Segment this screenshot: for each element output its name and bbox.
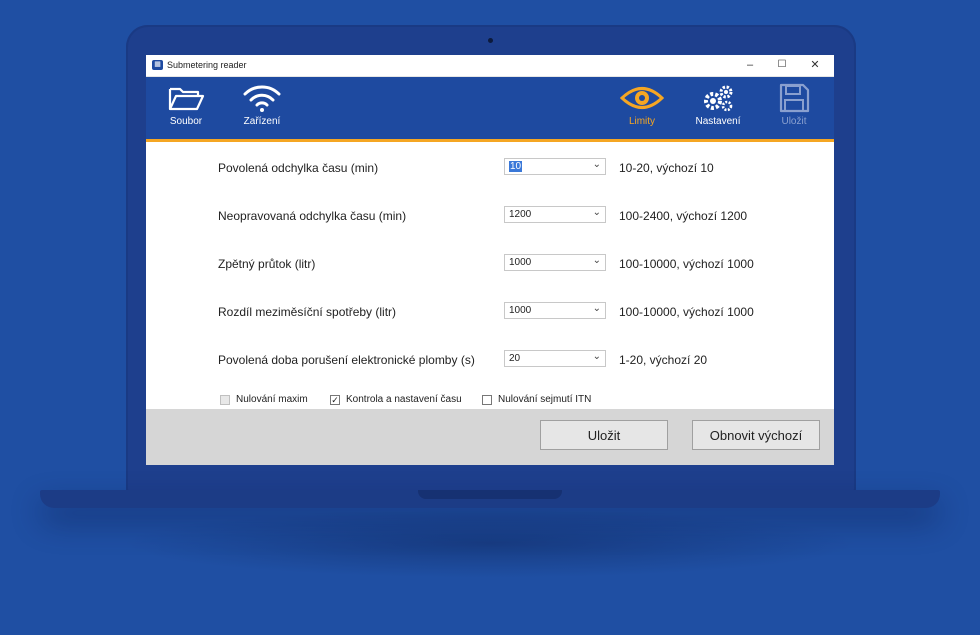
toolbar-device-button[interactable]: Zařízení xyxy=(230,83,294,127)
field-label: Neopravovaná odchylka času (min) xyxy=(218,209,407,223)
field-label: Povolená odchylka času (min) xyxy=(218,161,379,175)
form-row: Zpětný průtok (litr) 1000 ⌄ 100-10000, v… xyxy=(218,254,818,274)
field-hint: 1-20, výchozí 20 xyxy=(619,353,708,367)
restore-defaults-button[interactable]: Obnovit výchozí xyxy=(692,420,820,450)
checkmark-icon: ✓ xyxy=(330,394,340,405)
toolbar-file-button[interactable]: Soubor xyxy=(154,83,218,127)
checkbox-label: Nulování sejmutí ITN xyxy=(498,394,592,405)
time-check-checkbox[interactable]: ✓ Kontrola a nastavení času xyxy=(330,394,462,405)
form-row: Povolená odchylka času (min) 10 ⌄ 10-20,… xyxy=(218,158,818,178)
field-label: Rozdíl meziměsíční spotřeby (litr) xyxy=(218,305,397,319)
form-row: Neopravovaná odchylka času (min) 1200 ⌄ … xyxy=(218,206,818,226)
field-label: Povolená doba porušení elektronické plom… xyxy=(218,353,475,367)
eye-icon xyxy=(620,87,664,109)
toolbar-limits-button[interactable]: Limity xyxy=(610,83,674,127)
app-icon: ▦ xyxy=(152,60,163,70)
field-hint: 100-10000, výchozí 1000 xyxy=(619,257,754,271)
uncorrected-deviation-select[interactable]: 1200 ⌄ xyxy=(504,206,606,223)
checkbox-label: Nulování maxim xyxy=(236,394,308,405)
select-value: 1000 xyxy=(509,257,532,268)
chevron-down-icon: ⌄ xyxy=(592,207,601,218)
chevron-down-icon: ⌄ xyxy=(592,303,601,314)
toolbar-file-label: Soubor xyxy=(169,116,203,127)
toolbar-save-label: Uložit xyxy=(781,116,807,127)
folder-open-icon xyxy=(168,87,205,111)
toolbar-save-button[interactable]: Uložit xyxy=(762,83,826,127)
monthly-consumption-select[interactable]: 1000 ⌄ xyxy=(504,302,606,319)
app-window: ▦ Submetering reader – ☐ ✕ Soubor Zaříze… xyxy=(146,55,834,465)
field-hint: 10-20, výchozí 10 xyxy=(619,161,714,175)
toolbar-limits-label: Limity xyxy=(628,116,656,127)
gears-icon xyxy=(704,85,733,112)
select-value: 1200 xyxy=(509,209,532,220)
checkbox-box xyxy=(220,394,230,405)
window-title: Submetering reader xyxy=(167,60,247,70)
save-button[interactable]: Uložit xyxy=(540,420,668,450)
limits-form: Povolená odchylka času (min) 10 ⌄ 10-20,… xyxy=(146,142,834,410)
field-hint: 100-10000, výchozí 1000 xyxy=(619,305,754,319)
select-value: 20 xyxy=(509,353,521,364)
laptop-shadow xyxy=(120,508,860,578)
reset-maximum-checkbox[interactable]: Nulování maxim xyxy=(220,394,308,405)
laptop-base-notch xyxy=(418,490,562,499)
select-value: 10 xyxy=(509,161,523,172)
field-label: Zpětný průtok (litr) xyxy=(218,257,316,271)
form-row: Rozdíl meziměsíční spotřeby (litr) 1000 … xyxy=(218,302,818,322)
chevron-down-icon: ⌄ xyxy=(592,255,601,266)
seal-breach-select[interactable]: 20 ⌄ xyxy=(504,350,606,367)
checkbox-label: Kontrola a nastavení času xyxy=(346,394,462,405)
toolbar: Soubor Zařízení Limity Nastavení Uložit xyxy=(146,77,834,142)
select-value: 1000 xyxy=(509,305,532,316)
chevron-down-icon: ⌄ xyxy=(592,159,601,170)
toolbar-device-label: Zařízení xyxy=(243,116,281,127)
reset-itn-checkbox[interactable]: Nulování sejmutí ITN xyxy=(482,394,591,405)
back-flow-select[interactable]: 1000 ⌄ xyxy=(504,254,606,271)
toolbar-settings-button[interactable]: Nastavení xyxy=(686,83,750,127)
minimize-button[interactable]: – xyxy=(743,58,757,72)
time-deviation-select[interactable]: 10 ⌄ xyxy=(504,158,606,175)
field-hint: 100-2400, výchozí 1200 xyxy=(619,209,748,223)
chevron-down-icon: ⌄ xyxy=(592,351,601,362)
options-checkboxes: Nulování maxim ✓ Kontrola a nastavení ča… xyxy=(220,394,820,408)
form-row: Povolená doba porušení elektronické plom… xyxy=(218,350,818,370)
floppy-disk-icon xyxy=(779,83,810,113)
toolbar-settings-label: Nastavení xyxy=(695,116,741,127)
maximize-button[interactable]: ☐ xyxy=(775,58,789,72)
checkbox-box xyxy=(482,394,492,405)
footer-bar: Uložit Obnovit výchozí xyxy=(146,409,834,465)
title-bar: ▦ Submetering reader – ☐ ✕ xyxy=(146,55,834,77)
laptop-camera xyxy=(488,38,493,43)
close-button[interactable]: ✕ xyxy=(808,58,822,72)
wifi-icon xyxy=(243,85,281,112)
